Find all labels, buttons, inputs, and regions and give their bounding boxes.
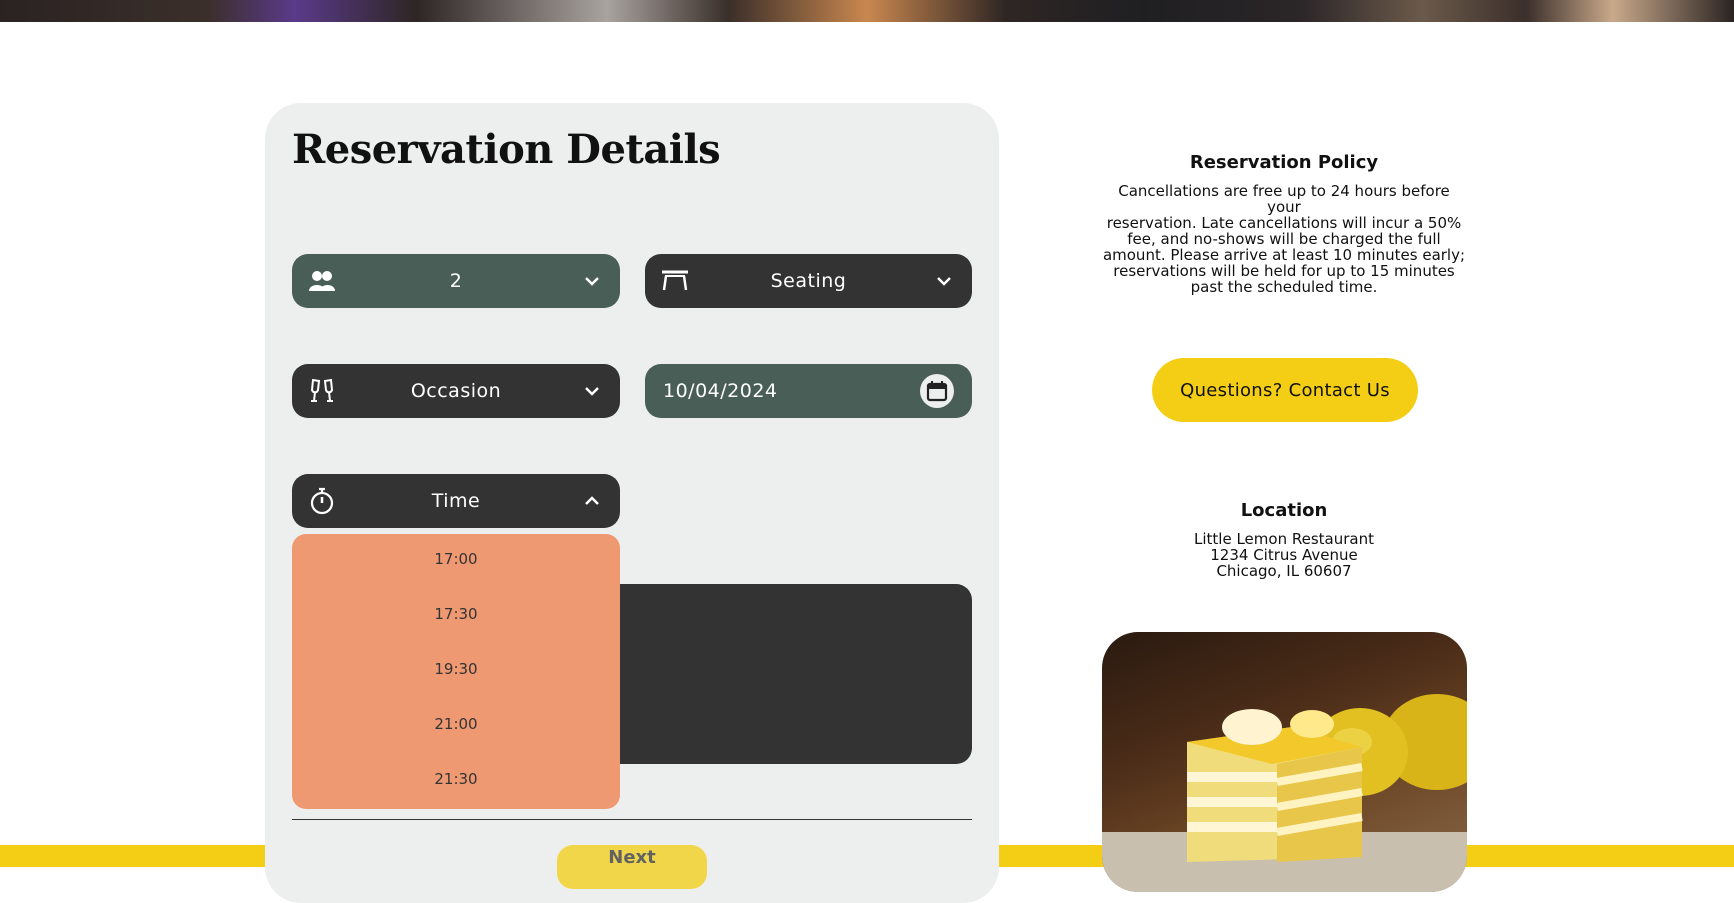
calendar-button[interactable] <box>920 374 954 408</box>
lemon-cake-image <box>1102 632 1467 892</box>
contact-us-button[interactable]: Questions? Contact Us <box>1152 358 1418 422</box>
time-label: Time <box>431 490 481 512</box>
next-button[interactable]: Next <box>557 845 707 889</box>
location-address: Little Lemon Restaurant 1234 Citrus Aven… <box>1194 530 1374 580</box>
policy-text: Cancellations are free up to 24 hours be… <box>1102 182 1466 296</box>
time-select[interactable]: Time <box>292 474 620 528</box>
form-divider <box>292 819 972 820</box>
guests-select[interactable]: 2 <box>292 254 620 308</box>
time-option[interactable]: 17:00 <box>292 550 620 568</box>
time-option[interactable]: 17:30 <box>292 605 620 623</box>
time-option[interactable]: 19:30 <box>292 660 620 678</box>
occasion-label: Occasion <box>410 380 502 402</box>
page-title: Reservation Details <box>292 126 721 173</box>
time-option[interactable]: 21:00 <box>292 715 620 733</box>
guests-value: 2 <box>449 270 463 292</box>
time-options-menu: 17:00 17:30 19:30 21:00 21:30 <box>292 534 620 809</box>
reservation-policy: Reservation Policy Cancellations are fre… <box>1100 152 1468 295</box>
date-value: 10/04/2024 <box>663 380 778 402</box>
chevron-up-icon <box>585 496 599 505</box>
calendar-icon <box>926 381 948 402</box>
hero-image <box>0 0 1734 22</box>
chevron-down-icon <box>585 387 599 396</box>
seating-label: Seating <box>770 270 847 292</box>
occasion-select[interactable]: Occasion <box>292 364 620 418</box>
location-block: Location Little Lemon Restaurant 1234 Ci… <box>1100 500 1468 579</box>
time-option[interactable]: 21:30 <box>292 770 620 788</box>
seating-select[interactable]: Seating <box>645 254 972 308</box>
chevron-down-icon <box>937 277 951 286</box>
date-input[interactable]: 10/04/2024 <box>645 364 972 418</box>
chevron-down-icon <box>585 277 599 286</box>
policy-title: Reservation Policy <box>1189 152 1379 173</box>
location-title: Location <box>1240 500 1328 521</box>
